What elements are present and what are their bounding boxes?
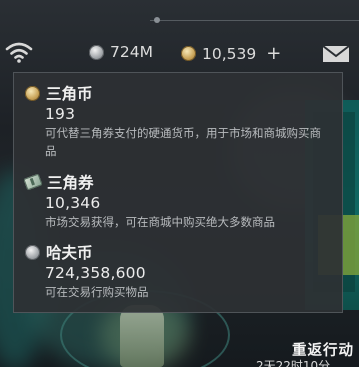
gold-currency[interactable]: 10,539 +	[181, 43, 281, 64]
gold-coin-icon	[181, 46, 196, 61]
silver-coin-icon	[89, 44, 104, 60]
wifi-icon	[5, 42, 33, 63]
gold-amount: 10,539	[202, 44, 257, 63]
currency-bar: 724M 10,539 +	[0, 36, 359, 68]
operator-figure	[120, 305, 164, 367]
silver-coin-icon	[25, 244, 40, 260]
silver-currency[interactable]: 724M	[89, 43, 153, 61]
progress-divider	[150, 20, 359, 21]
currency-entry-hafubi: 哈夫币 724,358,600 可在交易行购买物品	[25, 242, 325, 301]
currency-entry-sanjiaobi: 三角币 193 可代替三角券支付的硬通货币，用于市场和商城购买商品	[25, 83, 325, 160]
currency-description: 可在交易行购买物品	[45, 285, 149, 299]
currency-value: 724,358,600	[45, 264, 146, 282]
currency-name: 三角券	[47, 174, 94, 192]
ticket-icon	[23, 173, 43, 191]
currency-value: 193	[45, 105, 76, 123]
currency-description: 市场交易获得，可在商城中购买绝大多数商品	[45, 215, 275, 229]
currency-name: 哈夫币	[46, 244, 93, 262]
currency-description: 可代替三角券支付的硬通货币，用于市场和商城购买商品	[45, 126, 321, 158]
currency-tooltip: 三角币 193 可代替三角券支付的硬通货币，用于市场和商城购买商品 三角券 10…	[13, 72, 343, 313]
gold-coin-icon	[25, 85, 40, 101]
currency-name: 三角币	[46, 85, 93, 103]
add-currency-button[interactable]: +	[266, 43, 281, 64]
currency-entry-sanjiaoquan: 三角券 10,346 市场交易获得，可在商城中购买绝大多数商品	[23, 172, 325, 231]
currency-value: 10,346	[45, 194, 101, 212]
mail-icon[interactable]	[322, 45, 350, 63]
reentry-subtext: 2天22时10分	[256, 359, 331, 367]
silver-amount: 724M	[110, 43, 153, 61]
